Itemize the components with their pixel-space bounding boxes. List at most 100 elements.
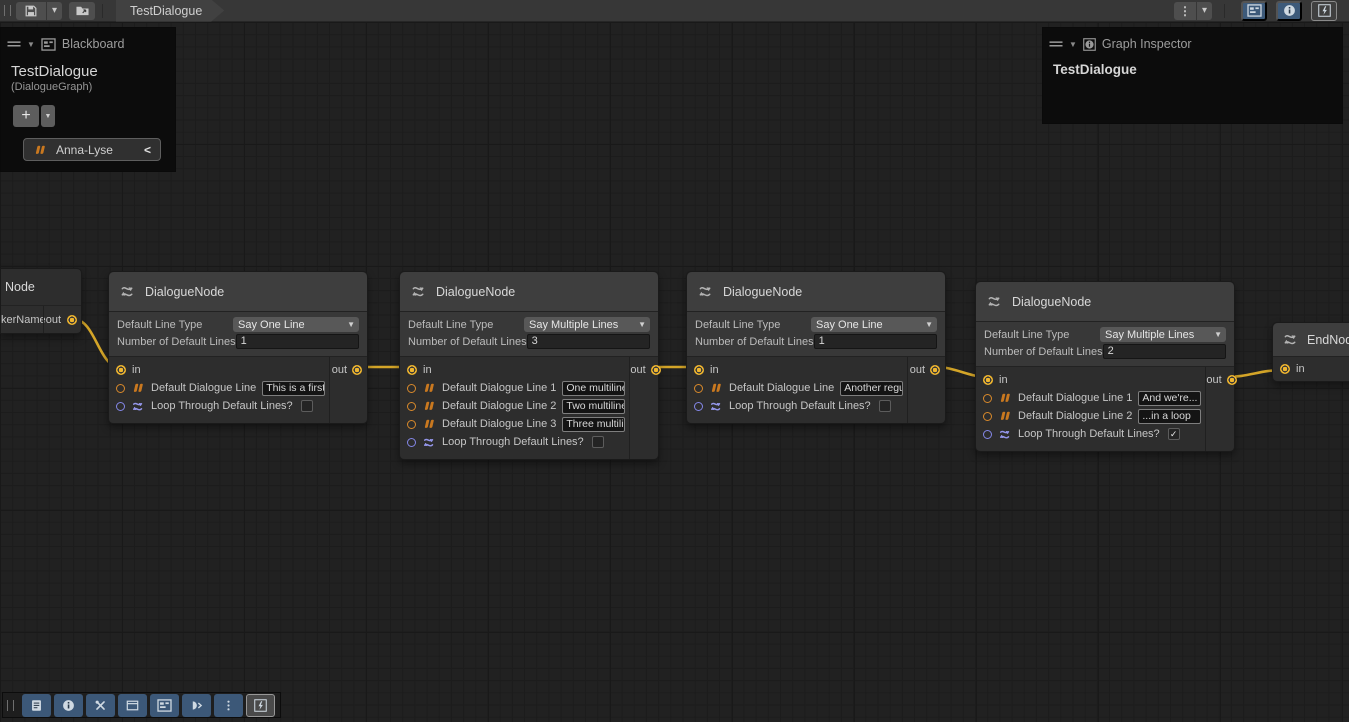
dialogue-node[interactable]: DialogueNode Default Line Type Say One L… — [108, 271, 368, 424]
node-header[interactable]: DialogueNode — [109, 272, 367, 312]
line-type-dropdown[interactable]: Say One Line▼ — [811, 317, 937, 332]
panel-window-button[interactable] — [118, 694, 147, 717]
blackboard-icon — [1247, 4, 1262, 17]
options-dropdown-button[interactable]: ▾ — [1197, 2, 1212, 20]
string-port[interactable] — [116, 384, 125, 393]
toolbar-drag-handle[interactable] — [7, 700, 14, 711]
graph-inspector-panel: ▼ Graph Inspector TestDialogue — [1042, 27, 1343, 124]
string-port[interactable] — [983, 412, 992, 421]
save-options-button[interactable]: ▾ — [47, 2, 62, 20]
num-lines-field[interactable]: 2 — [1103, 344, 1226, 359]
loop-checkbox[interactable] — [879, 400, 891, 412]
quote-icon — [998, 393, 1012, 403]
num-lines-field[interactable]: 3 — [527, 334, 650, 349]
bool-port[interactable] — [983, 430, 992, 439]
quote-icon — [709, 383, 723, 393]
collapse-triangle-icon[interactable]: ▼ — [1069, 40, 1077, 49]
dialogue-node[interactable]: DialogueNode Default Line Type Say Multi… — [399, 271, 659, 460]
panel-lightning-button[interactable] — [246, 694, 275, 717]
node-header[interactable]: DialogueNode — [400, 272, 658, 312]
node-title: EndNode — [1307, 333, 1349, 347]
dialogue-line-field[interactable]: Three multili — [562, 417, 625, 432]
num-lines-label: Number of Default Lines — [117, 336, 236, 348]
bool-port[interactable] — [407, 438, 416, 447]
breadcrumb-tab[interactable]: TestDialogue — [116, 0, 224, 22]
num-lines-field[interactable]: 1 — [236, 334, 359, 349]
out-port[interactable] — [352, 365, 362, 375]
port-label: out — [630, 364, 645, 376]
line-type-label: Default Line Type — [984, 329, 1100, 341]
boxed-info-icon — [1083, 38, 1096, 51]
quote-icon — [131, 383, 145, 393]
dialogue-node[interactable]: DialogueNode Default Line Type Say Multi… — [975, 281, 1235, 452]
out-port[interactable] — [1227, 375, 1237, 385]
loop-checkbox[interactable] — [301, 400, 313, 412]
string-port[interactable] — [694, 384, 703, 393]
dialogue-line-field[interactable]: Another regu — [840, 381, 903, 396]
panel-transition-button[interactable] — [182, 694, 211, 717]
graph-inspector-graph-name: TestDialogue — [1053, 62, 1332, 77]
dialogue-line-field[interactable]: This is a first — [262, 381, 325, 396]
line-type-dropdown[interactable]: Say One Line▼ — [233, 317, 359, 332]
toggle-blackboard-button[interactable] — [1241, 1, 1267, 21]
panel-more-button[interactable] — [214, 694, 243, 717]
tools-icon — [94, 699, 107, 712]
out-port[interactable] — [930, 365, 940, 375]
node-properties: Default Line Type Say One Line▼ Number o… — [687, 312, 945, 357]
node-header[interactable]: EndNode — [1273, 323, 1349, 357]
bool-port[interactable] — [694, 402, 703, 411]
line-type-dropdown[interactable]: Say Multiple Lines▼ — [1100, 327, 1226, 342]
port-label: Loop Through Default Lines? — [1018, 428, 1160, 440]
toggle-graph-inspector-button[interactable] — [1276, 1, 1302, 21]
in-port[interactable] — [116, 365, 126, 375]
out-port[interactable] — [67, 315, 77, 325]
in-port[interactable] — [407, 365, 417, 375]
port-row-out: out — [1206, 371, 1236, 389]
dialogue-node[interactable]: DialogueNode Default Line Type Say One L… — [686, 271, 946, 424]
collapse-triangle-icon[interactable]: ▼ — [27, 40, 35, 49]
chevron-left-icon[interactable]: < — [144, 143, 151, 157]
node-icon — [1282, 332, 1299, 347]
options-button[interactable]: ⋮ — [1174, 2, 1196, 20]
dialogue-line-field[interactable]: ...in a loop — [1138, 409, 1201, 424]
dialogue-line-field[interactable]: And we're... — [1138, 391, 1201, 406]
in-port[interactable] — [1280, 364, 1290, 374]
port-row-in: in — [407, 361, 625, 379]
panel-document-button[interactable] — [22, 694, 51, 717]
dialogue-line-field[interactable]: Two multiline — [562, 399, 625, 414]
node-header[interactable]: DialogueNode — [687, 272, 945, 312]
dialogue-line-field[interactable]: One multiline — [562, 381, 625, 396]
blackboard-panel: ▼ Blackboard TestDialogue (DialogueGraph… — [0, 27, 176, 172]
end-node[interactable]: EndNode in — [1272, 322, 1349, 382]
add-field-button[interactable]: + — [13, 105, 39, 127]
add-field-dropdown-button[interactable]: ▼ — [41, 105, 55, 127]
show-in-project-button[interactable] — [69, 2, 95, 20]
panel-tools-button[interactable] — [86, 694, 115, 717]
port-label: Default Dialogue Line 2 — [1018, 410, 1132, 422]
save-button[interactable] — [16, 2, 46, 20]
string-port[interactable] — [407, 402, 416, 411]
string-port[interactable] — [407, 384, 416, 393]
bool-port[interactable] — [116, 402, 125, 411]
node-title: DialogueNode — [1012, 295, 1091, 309]
out-port[interactable] — [651, 365, 661, 375]
node-header[interactable]: DialogueNode — [976, 282, 1234, 322]
node-title: DialogueNode — [436, 285, 515, 299]
string-port[interactable] — [407, 420, 416, 429]
hamburger-icon[interactable] — [1049, 40, 1063, 48]
toolbar-drag-handle[interactable] — [4, 5, 11, 16]
port-label: out — [332, 364, 347, 376]
partial-node[interactable]: Node kerName out — [0, 268, 82, 334]
string-port[interactable] — [983, 394, 992, 403]
line-type-dropdown[interactable]: Say Multiple Lines▼ — [524, 317, 650, 332]
in-port[interactable] — [983, 375, 993, 385]
loop-checkbox[interactable]: ✓ — [1168, 428, 1180, 440]
blackboard-field[interactable]: Anna-Lyse < — [23, 138, 161, 161]
in-port[interactable] — [694, 365, 704, 375]
panel-info-button[interactable] — [54, 694, 83, 717]
loop-checkbox[interactable] — [592, 436, 604, 448]
toggle-preview-button[interactable] — [1311, 1, 1337, 21]
num-lines-field[interactable]: 1 — [814, 334, 937, 349]
panel-blackboard-button[interactable] — [150, 694, 179, 717]
hamburger-icon[interactable] — [7, 40, 21, 48]
